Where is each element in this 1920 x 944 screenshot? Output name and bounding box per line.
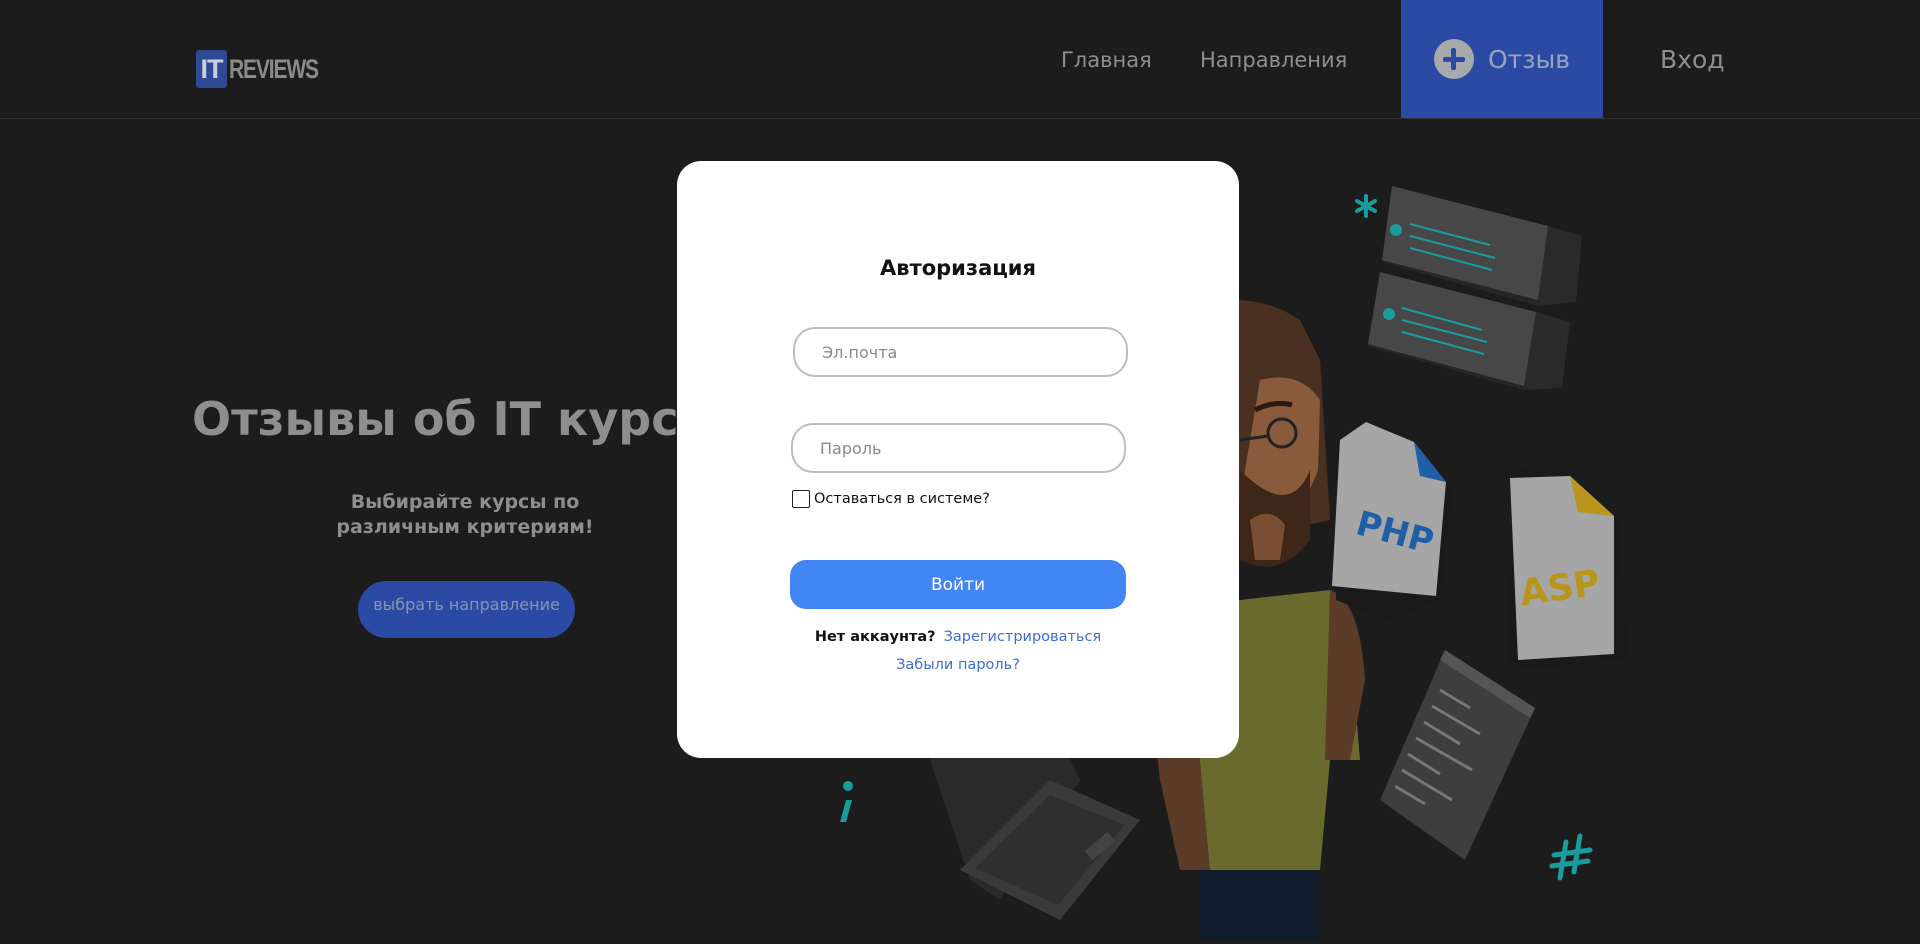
forgot-password-link[interactable]: Забыли пароль? [896,657,1020,673]
remember-me-row[interactable]: Оставаться в системе? [792,490,990,508]
forgot-password-row: Забыли пароль? [677,657,1239,673]
login-modal: Авторизация Оставаться в системе? Войти … [677,161,1239,758]
no-account-text: Нет аккаунта? [814,629,936,645]
remember-me-label: Оставаться в системе? [814,491,990,507]
register-prompt: Нет аккаунта? Зарегистрироваться [677,629,1239,645]
password-field[interactable] [791,423,1126,473]
register-link[interactable]: Зарегистрироваться [944,629,1102,645]
email-field[interactable] [793,327,1128,377]
remember-me-checkbox[interactable] [792,490,810,508]
login-submit-button[interactable]: Войти [790,560,1126,609]
modal-title: Авторизация [879,256,1037,280]
